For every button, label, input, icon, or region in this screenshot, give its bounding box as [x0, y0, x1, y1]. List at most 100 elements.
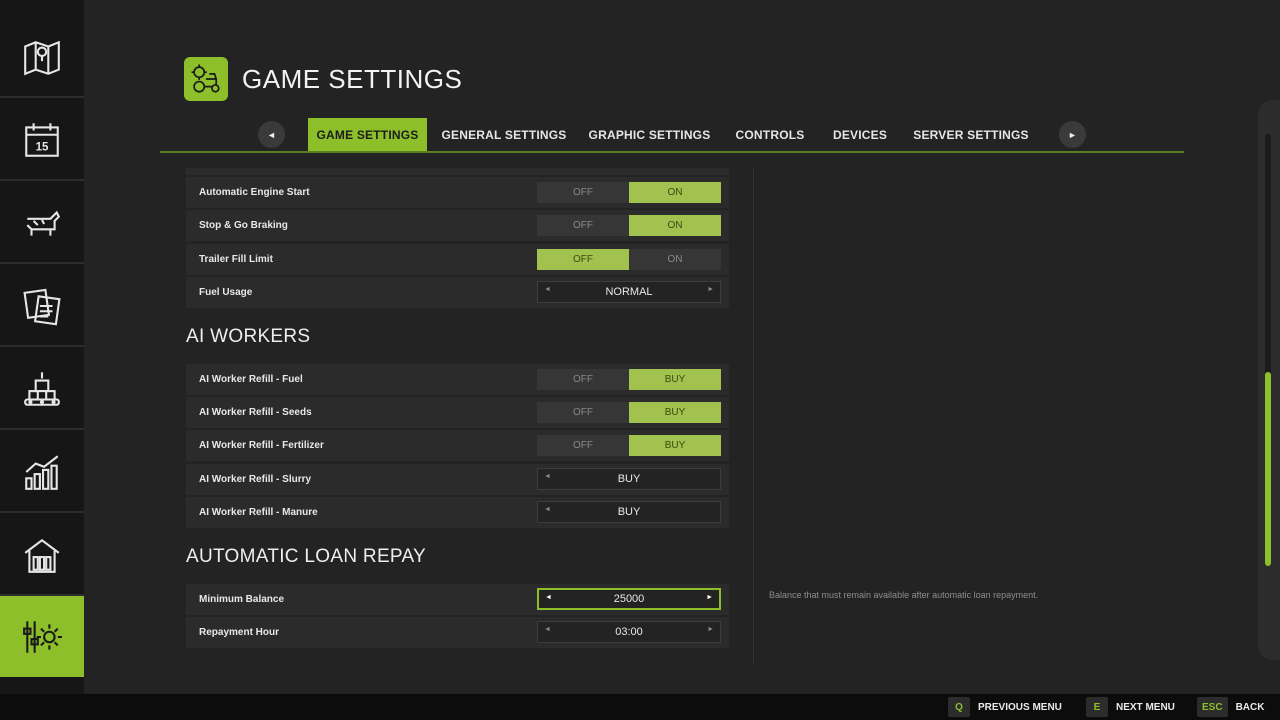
ai-refill-seeds-toggle[interactable]: OFF BUY [537, 402, 721, 423]
sidebar-item-contracts[interactable] [0, 266, 84, 347]
hint-back[interactable]: ESC BACK [1197, 697, 1264, 717]
tab-graphic-settings[interactable]: GRAPHIC SETTINGS [581, 118, 718, 151]
selector-value: NORMAL [605, 286, 653, 298]
sidebar-item-farm-buildings[interactable] [0, 515, 84, 596]
setting-label: AI Worker Refill - Fertilizer [199, 440, 324, 451]
setting-label: Minimum Balance [199, 594, 285, 605]
arrow-right-icon[interactable]: ► [707, 286, 714, 293]
tab-server-settings[interactable]: SERVER SETTINGS [908, 118, 1034, 151]
sidebar: 15 [0, 0, 91, 694]
stop-go-braking-toggle[interactable]: OFF ON [537, 215, 721, 236]
sidebar-item-statistics[interactable] [0, 432, 84, 513]
toggle-off-option[interactable]: OFF [537, 369, 629, 390]
arrow-left-icon[interactable]: ◄ [544, 506, 551, 513]
setting-row-trailer-fill-limit: Trailer Fill Limit OFF ON [186, 244, 729, 275]
sidebar-item-map[interactable] [0, 17, 84, 98]
hint-label: BACK [1235, 701, 1265, 713]
toggle-off-option[interactable]: OFF [537, 402, 629, 423]
farm-buildings-icon [24, 538, 60, 573]
contracts-icon [23, 288, 61, 325]
page-title: GAME SETTINGS [242, 64, 463, 94]
production-icon [24, 371, 60, 406]
setting-row-ai-refill-fertilizer: AI Worker Refill - Fertilizer OFF BUY [186, 430, 729, 461]
hint-previous-menu[interactable]: Q PREVIOUS MENU [948, 697, 1062, 717]
arrow-left-icon: ◄ [267, 129, 276, 140]
repayment-hour-selector[interactable]: ◄ 03:00 ► [537, 621, 721, 643]
panel-divider [753, 168, 754, 664]
hint-label: NEXT MENU [1116, 701, 1175, 713]
map-icon [24, 40, 60, 75]
engine-start-toggle[interactable]: OFF ON [537, 182, 721, 203]
key-badge: ESC [1197, 697, 1228, 717]
sidebar-item-calendar[interactable]: 15 [0, 100, 84, 181]
setting-row-ai-refill-fuel: AI Worker Refill - Fuel OFF BUY [186, 364, 729, 395]
tab-bar: ◄ GAME SETTINGS GENERAL SETTINGS GRAPHIC… [160, 118, 1184, 153]
setting-label: Trailer Fill Limit [199, 254, 273, 265]
hint-next-menu[interactable]: E NEXT MENU [1086, 697, 1175, 717]
tab-label: CONTROLS [735, 127, 805, 142]
toggle-on-option[interactable]: ON [629, 249, 721, 270]
setting-label: Automatic Engine Start [199, 187, 310, 198]
setting-row-fuel-usage: Fuel Usage ◄ NORMAL ► [186, 277, 729, 308]
ai-refill-fertilizer-toggle[interactable]: OFF BUY [537, 435, 721, 456]
tractor-gear-icon [191, 64, 220, 93]
arrow-left-icon[interactable]: ◄ [545, 594, 552, 601]
selector-value: BUY [617, 506, 641, 518]
statistics-icon [25, 454, 59, 490]
key-badge: E [1086, 697, 1108, 717]
hint-label: PREVIOUS MENU [978, 701, 1062, 713]
toggle-off-option[interactable]: OFF [537, 249, 629, 270]
section-title-ai-workers: AI WORKERS [186, 326, 311, 347]
section-title-loan-repay: AUTOMATIC LOAN REPAY [186, 546, 427, 567]
arrow-left-icon[interactable]: ◄ [544, 473, 551, 480]
arrow-right-icon[interactable]: ► [706, 594, 713, 601]
list-top-edge [186, 168, 729, 175]
sidebar-item-settings[interactable] [0, 596, 91, 677]
toggle-buy-option[interactable]: BUY [629, 402, 721, 423]
tab-devices[interactable]: DEVICES [825, 118, 895, 151]
toggle-off-option[interactable]: OFF [537, 182, 629, 203]
ai-refill-manure-selector[interactable]: ◄ BUY [537, 501, 721, 523]
animals-icon [26, 210, 61, 236]
sidebar-item-animals[interactable] [0, 183, 84, 264]
setting-label: Repayment Hour [199, 627, 280, 638]
calendar-day: 15 [36, 141, 49, 153]
tab-general-settings[interactable]: GENERAL SETTINGS [436, 118, 572, 151]
arrow-left-icon[interactable]: ◄ [544, 626, 551, 633]
setting-label: Fuel Usage [199, 287, 253, 298]
setting-row-repayment-hour: Repayment Hour ◄ 03:00 ► [186, 617, 729, 648]
tab-prev-arrow[interactable]: ◄ [258, 121, 285, 148]
toggle-buy-option[interactable]: BUY [629, 435, 721, 456]
fuel-usage-selector[interactable]: ◄ NORMAL ► [537, 281, 721, 303]
setting-label: AI Worker Refill - Manure [199, 507, 318, 518]
toggle-on-option[interactable]: ON [629, 182, 721, 203]
calendar-icon: 15 [25, 122, 59, 157]
trailer-fill-limit-toggle[interactable]: OFF ON [537, 249, 721, 270]
toggle-on-option[interactable]: ON [629, 215, 721, 236]
selector-value: 25000 [613, 593, 645, 605]
ai-refill-slurry-selector[interactable]: ◄ BUY [537, 468, 721, 490]
help-text: Balance that must remain available after… [769, 590, 1039, 600]
scrollbar-thumb[interactable] [1265, 372, 1271, 566]
bottom-hint-bar: Q PREVIOUS MENU E NEXT MENU ESC BACK [0, 694, 1280, 720]
setting-row-stop-go-braking: Stop & Go Braking OFF ON [186, 210, 729, 241]
tab-label: GRAPHIC SETTINGS [588, 127, 711, 142]
tab-controls[interactable]: CONTROLS [729, 118, 811, 151]
ai-refill-fuel-toggle[interactable]: OFF BUY [537, 369, 721, 390]
tab-next-arrow[interactable]: ► [1059, 121, 1086, 148]
settings-icon [23, 620, 62, 653]
setting-row-ai-refill-manure: AI Worker Refill - Manure ◄ BUY [186, 497, 729, 528]
setting-row-ai-refill-seeds: AI Worker Refill - Seeds OFF BUY [186, 397, 729, 428]
minimum-balance-selector[interactable]: ◄ 25000 ► [537, 588, 721, 610]
toggle-off-option[interactable]: OFF [537, 215, 629, 236]
toggle-buy-option[interactable]: BUY [629, 369, 721, 390]
toggle-off-option[interactable]: OFF [537, 435, 629, 456]
arrow-left-icon[interactable]: ◄ [544, 286, 551, 293]
setting-label: AI Worker Refill - Fuel [199, 374, 303, 385]
tab-game-settings[interactable]: GAME SETTINGS [308, 118, 427, 151]
sidebar-item-production[interactable] [0, 349, 84, 430]
arrow-right-icon[interactable]: ► [707, 626, 714, 633]
page-icon [184, 57, 228, 101]
selector-value: BUY [617, 473, 641, 485]
tab-label: DEVICES [832, 127, 888, 142]
